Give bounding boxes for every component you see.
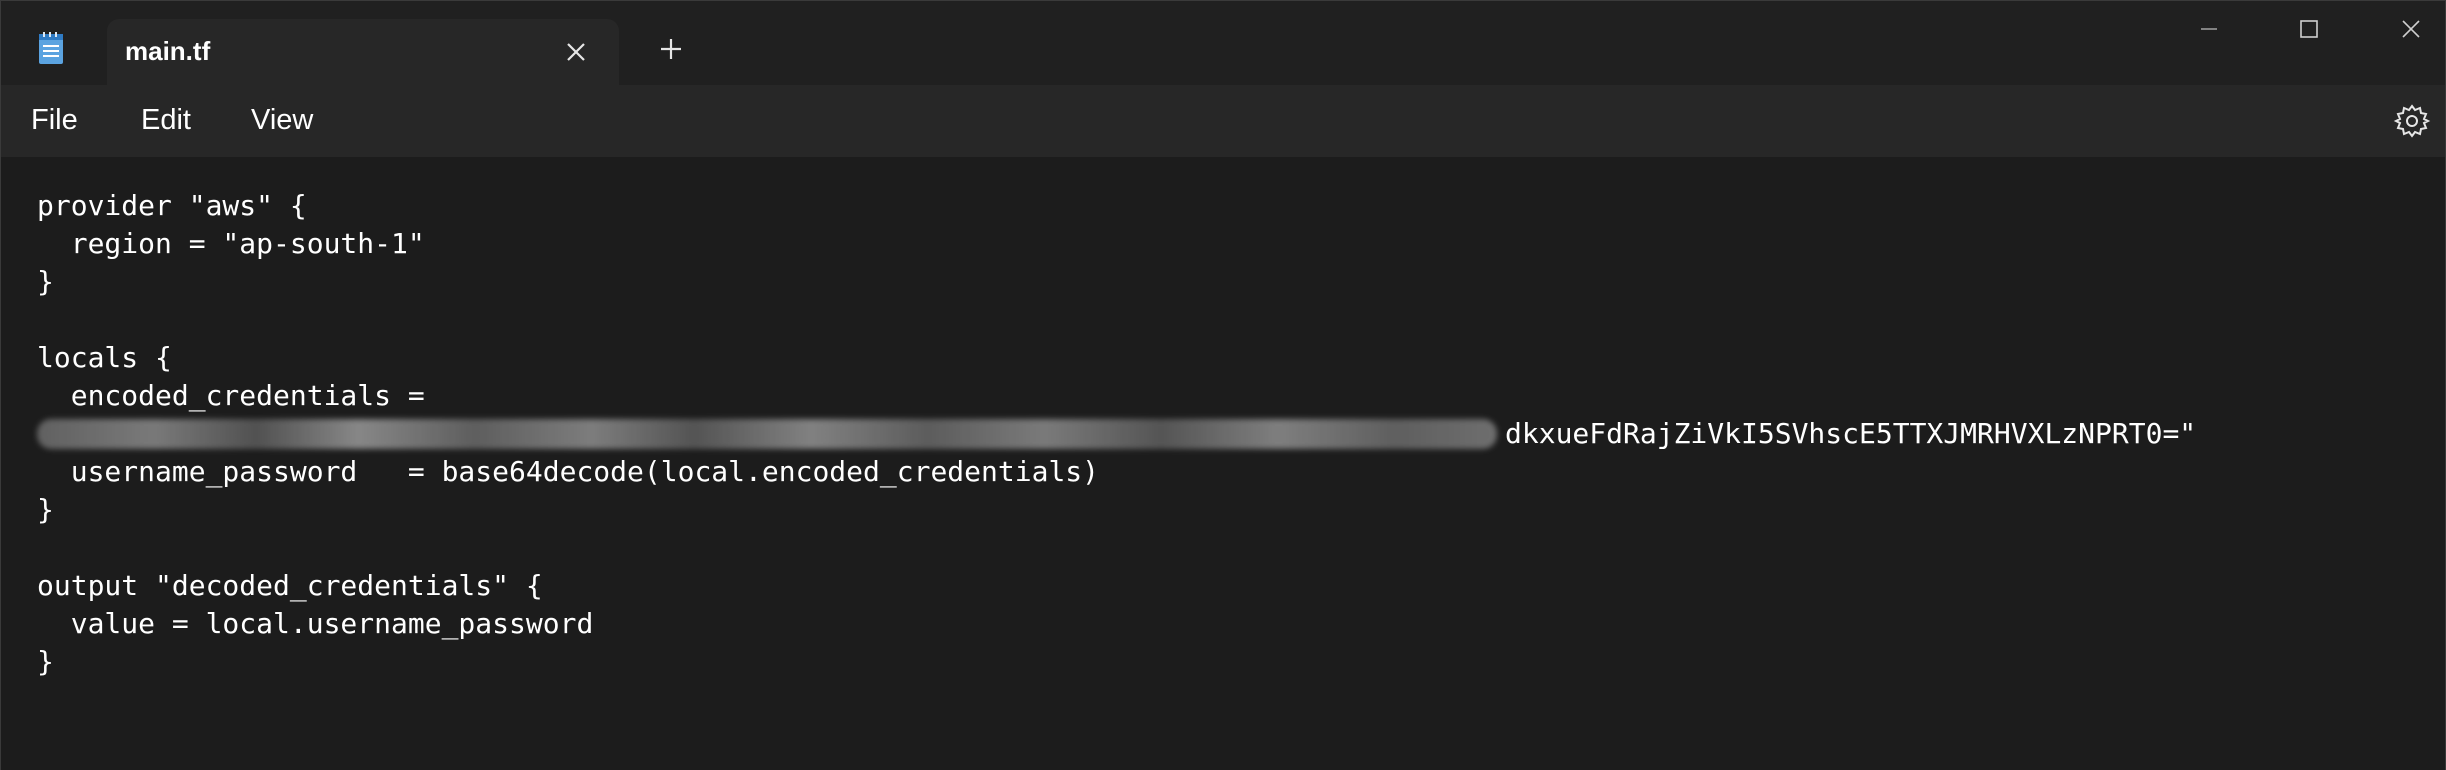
window-close-icon[interactable] [2391, 9, 2431, 49]
text-editor[interactable]: provider "aws" { region = "ap-south-1" }… [1, 157, 2445, 770]
code-line: region = "ap-south-1" [37, 227, 425, 260]
code-line: dkxueFdRajZiVkI5SVhscE5TTXJMRHVXLzNPRT0=… [1505, 417, 2197, 450]
code-line: output "decoded_credentials" { [37, 569, 543, 602]
code-line: provider "aws" { [37, 189, 307, 222]
plus-icon[interactable] [657, 35, 685, 63]
menu-file[interactable]: File [31, 104, 78, 137]
tab-title: main.tf [125, 36, 211, 66]
tab-main-tf[interactable]: main.tf [107, 19, 619, 85]
menu-bar: File Edit View [1, 85, 2445, 157]
code-line: encoded_credentials = [37, 379, 425, 412]
close-icon[interactable] [563, 39, 589, 65]
maximize-icon[interactable] [2289, 9, 2329, 49]
redacted-credential-blur [37, 419, 1497, 449]
code-line: value = local.username_password [37, 607, 594, 640]
menu-edit[interactable]: Edit [141, 104, 191, 137]
notepad-window: main.tf File Edit View provider "aws" {… [0, 0, 2446, 770]
code-line: locals { [37, 341, 172, 374]
gear-icon[interactable] [2393, 102, 2431, 140]
code-line: } [37, 645, 54, 678]
code-line: } [37, 265, 54, 298]
code-line: } [37, 493, 54, 526]
menu-view[interactable]: View [251, 104, 313, 137]
code-line: username_password = base64decode(local.e… [37, 455, 1100, 488]
title-bar: main.tf [1, 1, 2445, 85]
notepad-icon [39, 32, 63, 64]
minimize-icon[interactable] [2189, 9, 2229, 49]
